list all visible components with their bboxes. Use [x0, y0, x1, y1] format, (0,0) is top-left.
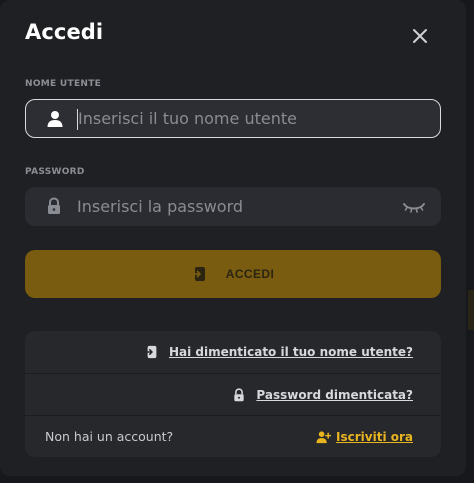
- lock-icon: [234, 387, 245, 401]
- username-label: NOME UTENTE: [25, 79, 102, 89]
- close-icon: [413, 29, 427, 43]
- modal-title: Accedi: [25, 20, 104, 44]
- forgot-username-row: Hai dimenticato il tuo nome utente?: [25, 331, 441, 373]
- forgot-username-link[interactable]: Hai dimenticato il tuo nome utente?: [169, 345, 413, 359]
- login-button-label: ACCEDI: [225, 267, 275, 281]
- login-icon: [191, 267, 205, 281]
- close-button[interactable]: [408, 24, 432, 48]
- login-submit-button[interactable]: ACCEDI: [25, 250, 441, 298]
- username-input[interactable]: [78, 100, 398, 137]
- backdrop-edge: [468, 290, 474, 330]
- add-user-icon: [316, 430, 332, 443]
- forgot-password-row: Password dimenticata?: [25, 373, 441, 415]
- eye-closed-icon[interactable]: [402, 199, 426, 215]
- no-account-text: Non hai un account?: [45, 429, 174, 444]
- username-field-wrapper[interactable]: [25, 99, 441, 138]
- user-icon: [47, 111, 63, 127]
- login-icon: [145, 345, 157, 359]
- help-links-panel: Hai dimenticato il tuo nome utente? Pass…: [25, 331, 441, 457]
- password-label: PASSWORD: [25, 167, 85, 177]
- password-field-wrapper[interactable]: [25, 187, 441, 226]
- password-input[interactable]: [77, 187, 397, 226]
- signup-row: Non hai un account? Iscriviti ora: [25, 415, 441, 457]
- forgot-password-link[interactable]: Password dimenticata?: [256, 388, 413, 402]
- login-modal: Accedi NOME UTENTE PASSWORD: [0, 0, 466, 476]
- lock-icon: [48, 197, 60, 214]
- signup-link[interactable]: Iscriviti ora: [336, 430, 413, 444]
